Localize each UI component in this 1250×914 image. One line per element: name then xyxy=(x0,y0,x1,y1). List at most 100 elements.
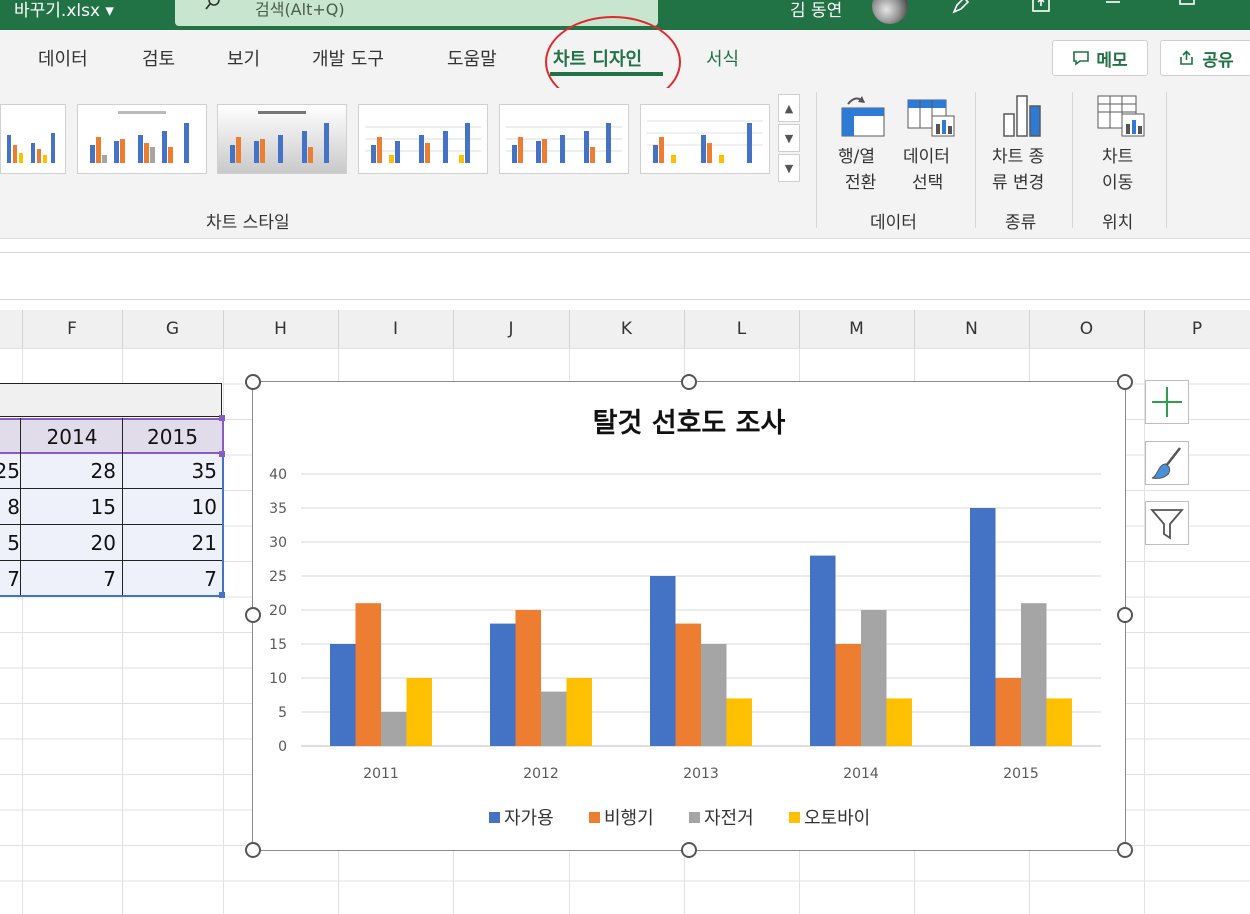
bar[interactable] xyxy=(810,555,836,746)
switch-row-column-line2[interactable]: 전환 xyxy=(845,170,876,196)
filter-icon xyxy=(1150,509,1184,540)
column-header-n[interactable]: N xyxy=(914,310,1030,348)
chart-style-thumb[interactable] xyxy=(0,104,66,174)
bar[interactable] xyxy=(886,698,913,746)
bar[interactable] xyxy=(726,698,753,746)
share-button[interactable]: 공유 xyxy=(1160,40,1250,76)
table-cell[interactable]: 7 xyxy=(22,562,122,596)
tab-help[interactable]: 도움말 xyxy=(447,45,497,71)
styles-expand[interactable]: ▼ xyxy=(778,154,800,182)
column-header-j[interactable]: J xyxy=(453,310,570,348)
resize-handle[interactable] xyxy=(681,374,697,390)
legend-label[interactable]: 자가용 xyxy=(504,808,554,829)
tab-data[interactable]: 데이터 xyxy=(38,45,88,71)
legend-label[interactable]: 비행기 xyxy=(604,808,654,829)
table-cell[interactable]: 21 xyxy=(122,526,223,560)
table-cell[interactable]: 8 xyxy=(0,490,22,524)
tab-developer[interactable]: 개발 도구 xyxy=(312,45,384,71)
bar[interactable] xyxy=(1046,698,1073,746)
bar[interactable] xyxy=(675,623,702,746)
chart-object[interactable]: 탈것 선호도 조사 0 5 10 15 20 25 30 35 40 2011 2012 2013 2… xyxy=(252,381,1126,851)
table-header-cell[interactable]: 2014 xyxy=(22,420,122,454)
chart-style-thumb-selected[interactable] xyxy=(217,104,347,174)
comment-icon xyxy=(1073,51,1090,66)
column-header-p[interactable]: P xyxy=(1144,310,1250,348)
table-cell[interactable]: 35 xyxy=(122,454,223,488)
bar[interactable] xyxy=(541,691,567,746)
bar[interactable] xyxy=(861,610,887,746)
select-data-line2[interactable]: 선택 xyxy=(912,170,943,196)
search-icon xyxy=(205,0,220,10)
bar[interactable] xyxy=(835,644,862,746)
bar[interactable] xyxy=(490,623,516,746)
table-cell[interactable]: 10 xyxy=(122,490,223,524)
column-header-f[interactable]: F xyxy=(22,310,123,348)
chart-style-thumb[interactable] xyxy=(358,104,488,174)
column-header-g[interactable]: G xyxy=(122,310,224,348)
chart-title[interactable]: 탈것 선호도 조사 xyxy=(593,408,786,439)
minimize-icon[interactable] xyxy=(1102,0,1124,16)
resize-handle[interactable] xyxy=(1117,842,1133,858)
file-name[interactable]: 바꾸기.xlsx ▾ xyxy=(14,0,114,21)
tab-format[interactable]: 서식 xyxy=(706,45,739,71)
memo-button[interactable]: 메모 xyxy=(1052,40,1148,76)
resize-handle[interactable] xyxy=(245,607,261,623)
styles-scroll-down[interactable]: ▼ xyxy=(778,124,800,152)
avatar[interactable] xyxy=(872,0,908,24)
bar[interactable] xyxy=(1021,603,1047,746)
table-cell[interactable]: 25 xyxy=(0,454,22,488)
table-cell[interactable]: 28 xyxy=(22,454,122,488)
chart-filters-button[interactable] xyxy=(1145,501,1189,545)
formula-bar[interactable] xyxy=(0,252,1250,300)
legend-swatch xyxy=(689,812,700,823)
table-cell[interactable]: 7 xyxy=(122,562,223,596)
table-cell[interactable]: 7 xyxy=(0,562,22,596)
move-chart-line1[interactable]: 차트 xyxy=(1102,144,1133,170)
resize-handle[interactable] xyxy=(245,374,261,390)
bar[interactable] xyxy=(515,610,542,746)
table-cell[interactable]: 15 xyxy=(22,490,122,524)
chart-elements-button[interactable] xyxy=(1145,380,1189,424)
legend-label[interactable]: 자전거 xyxy=(704,808,754,829)
share-window-icon[interactable] xyxy=(1030,0,1052,16)
column-header-m[interactable]: M xyxy=(799,310,915,348)
resize-handle[interactable] xyxy=(245,842,261,858)
legend-label[interactable]: 오토바이 xyxy=(804,808,870,829)
change-chart-type-line1[interactable]: 차트 종 xyxy=(992,144,1044,170)
resize-handle[interactable] xyxy=(1117,374,1133,390)
change-chart-type-line2[interactable]: 류 변경 xyxy=(992,170,1044,196)
switch-row-column-line1[interactable]: 행/열 xyxy=(838,144,875,170)
bar[interactable] xyxy=(355,603,382,746)
bar[interactable] xyxy=(406,678,433,746)
chart-style-thumb[interactable] xyxy=(499,104,629,174)
select-data-line1[interactable]: 데이터 xyxy=(903,144,950,170)
bar[interactable] xyxy=(970,508,996,746)
bar[interactable] xyxy=(701,644,727,746)
column-header-e[interactable] xyxy=(0,310,23,348)
bar[interactable] xyxy=(566,678,593,746)
bar[interactable] xyxy=(381,712,407,746)
chart-style-thumb[interactable] xyxy=(640,104,770,174)
bar[interactable] xyxy=(330,644,356,746)
tab-review[interactable]: 검토 xyxy=(142,45,175,71)
bar[interactable] xyxy=(995,678,1022,746)
table-title-row[interactable] xyxy=(0,383,222,417)
tab-view[interactable]: 보기 xyxy=(227,45,260,71)
styles-scroll-up[interactable]: ▲ xyxy=(778,94,800,122)
column-header-i[interactable]: I xyxy=(338,310,454,348)
pen-icon[interactable] xyxy=(950,0,972,16)
chart-styles-button[interactable] xyxy=(1145,441,1189,485)
move-chart-line2[interactable]: 이동 xyxy=(1102,170,1133,196)
column-header-l[interactable]: L xyxy=(684,310,800,348)
resize-handle[interactable] xyxy=(1117,607,1133,623)
maximize-icon[interactable] xyxy=(1176,0,1198,16)
resize-handle[interactable] xyxy=(681,842,697,858)
column-header-o[interactable]: O xyxy=(1029,310,1145,348)
table-header-cell[interactable]: 2015 xyxy=(122,420,223,454)
column-header-h[interactable]: H xyxy=(223,310,339,348)
chart-style-thumb[interactable] xyxy=(77,104,207,174)
table-cell[interactable]: 20 xyxy=(22,526,122,560)
column-header-k[interactable]: K xyxy=(569,310,685,348)
table-cell[interactable]: 5 xyxy=(0,526,22,560)
bar[interactable] xyxy=(650,576,676,746)
